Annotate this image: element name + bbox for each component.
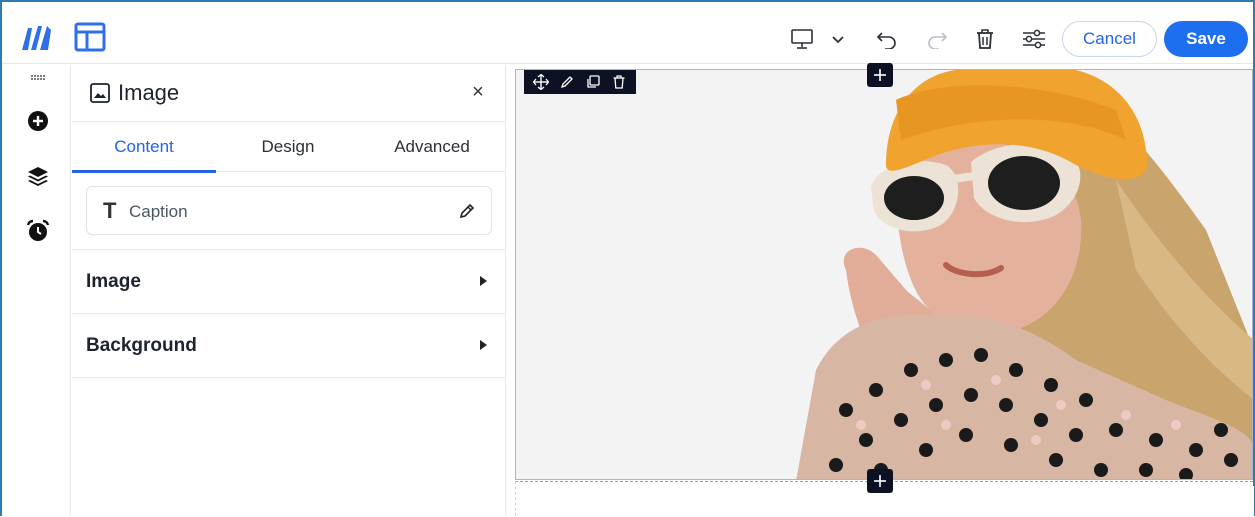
add-section-above-button[interactable] [867, 63, 893, 87]
trash-icon[interactable] [610, 73, 628, 91]
plus-icon [874, 475, 886, 487]
layers-icon [28, 167, 48, 186]
caret-right-icon [480, 340, 487, 350]
alarm-clock-icon [26, 219, 50, 241]
tab-design[interactable]: Design [216, 122, 360, 172]
section-label: Image [86, 271, 141, 292]
pencil-icon[interactable] [558, 73, 576, 91]
trash-icon [977, 29, 993, 49]
pencil-icon[interactable] [457, 201, 477, 221]
caption-label: Caption [129, 202, 188, 221]
section-image[interactable]: Image [72, 250, 506, 314]
move-icon[interactable] [532, 73, 550, 91]
device-dropdown-button[interactable] [828, 30, 848, 50]
delete-button[interactable] [972, 25, 998, 53]
rail-add-button[interactable] [26, 109, 50, 133]
duplicate-icon[interactable] [584, 73, 602, 91]
left-rail [2, 65, 71, 516]
section-label: Background [86, 335, 197, 356]
image-icon [90, 83, 110, 103]
element-settings-panel: Image × Content Design Advanced T Captio… [72, 65, 506, 516]
top-toolbar: Cancel Save [2, 2, 1253, 64]
panel-title: Image [118, 80, 180, 105]
redo-icon [928, 32, 948, 49]
tab-content[interactable]: Content [72, 122, 216, 173]
chevron-down-icon [832, 36, 844, 44]
add-section-below-button[interactable] [867, 469, 893, 493]
layout-icon[interactable] [74, 22, 106, 52]
caret-right-icon [480, 276, 487, 286]
element-toolbar [524, 70, 636, 94]
section-background[interactable]: Background [72, 314, 506, 378]
device-preview-button[interactable] [788, 26, 816, 52]
photo-image [516, 70, 1252, 479]
plus-circle-icon [28, 111, 48, 131]
brand-logo-icon[interactable] [20, 24, 60, 52]
drag-handle-icon[interactable] [30, 74, 46, 82]
close-icon[interactable]: × [468, 81, 488, 103]
save-button[interactable]: Save [1164, 21, 1248, 57]
sliders-icon [1023, 29, 1045, 49]
editor-canvas [507, 63, 1254, 517]
rail-alarm-button[interactable] [26, 219, 50, 243]
plus-icon [874, 69, 886, 81]
cancel-button[interactable]: Cancel [1062, 21, 1157, 57]
text-icon: T [103, 198, 117, 223]
settings-button[interactable] [1020, 26, 1048, 52]
desktop-icon [791, 29, 813, 49]
undo-icon [876, 32, 896, 49]
caption-field[interactable]: T Caption [86, 186, 492, 235]
redo-button[interactable] [924, 26, 950, 52]
tab-advanced[interactable]: Advanced [360, 122, 504, 172]
undo-button[interactable] [874, 26, 900, 52]
panel-tabs: Content Design Advanced [72, 122, 506, 173]
panel-header: Image × [72, 65, 506, 122]
image-element[interactable] [515, 69, 1253, 480]
rail-layers-button[interactable] [26, 164, 50, 188]
